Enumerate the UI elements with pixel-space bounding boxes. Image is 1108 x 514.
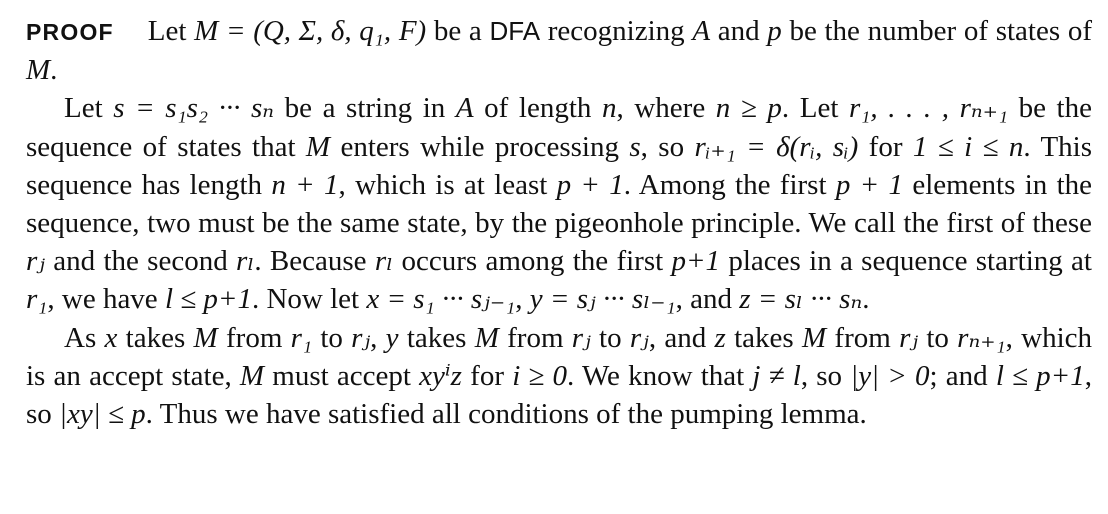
text: Let xyxy=(64,92,114,125)
math-transition: rᵢ₊₁ = δ(rᵢ, sᵢ) xyxy=(694,130,859,163)
text: be a string in xyxy=(274,92,456,125)
text: be the number of states of xyxy=(781,15,1092,47)
text: for xyxy=(858,130,913,163)
math-r-l: rₗ xyxy=(236,245,255,278)
text: be a xyxy=(426,15,490,47)
text: takes xyxy=(117,321,194,354)
math-r-j: rⱼ xyxy=(899,321,919,354)
text: , xyxy=(515,283,530,316)
text: and the second xyxy=(44,245,237,278)
math-abs-y-positive: |y| > 0 xyxy=(850,359,930,392)
math-i-geq-0: i ≥ 0 xyxy=(512,359,568,392)
text: and xyxy=(710,15,768,47)
math-r-j: rⱼ xyxy=(571,321,591,354)
math-p-plus-1: p + 1 xyxy=(556,168,624,201)
proof-paragraph-3: As x takes M from r₁ to rⱼ, y takes M fr… xyxy=(26,319,1092,434)
math-r-j: rⱼ xyxy=(26,245,45,278)
text: As xyxy=(64,321,105,354)
text: takes xyxy=(725,321,802,354)
math-z: z xyxy=(714,321,726,354)
text: must accept xyxy=(264,359,420,392)
math-r-j: rⱼ xyxy=(351,321,371,354)
math-xyiz: xyⁱz xyxy=(419,359,462,392)
math-y: y xyxy=(385,321,399,354)
math-A: A xyxy=(455,92,474,125)
math-M: M xyxy=(801,321,827,354)
proof-label: PROOF xyxy=(26,19,114,45)
math-r-j: rⱼ xyxy=(629,321,649,354)
text: . Let xyxy=(781,92,849,125)
math-M: M xyxy=(26,54,51,87)
math-x: x xyxy=(104,321,118,354)
math-state-sequence: r₁, . . . , rₙ₊₁ xyxy=(848,92,1008,125)
math-r-n-plus-1: rₙ₊₁ xyxy=(957,321,1006,354)
math-M: M xyxy=(193,321,218,354)
math-index-range: 1 ≤ i ≤ n xyxy=(912,130,1024,163)
text: takes xyxy=(398,321,475,354)
text: . Because xyxy=(254,245,375,278)
text: from xyxy=(217,321,291,354)
math-l-leq-p-plus-1: l ≤ p+1 xyxy=(995,359,1085,392)
text: , and xyxy=(675,283,740,316)
math-string-s: s = s₁s₂ ··· sₙ xyxy=(113,92,275,125)
math-n: n xyxy=(602,92,617,125)
text: , where xyxy=(616,92,716,125)
text: . We know that xyxy=(567,359,753,392)
math-M: M xyxy=(474,321,499,354)
text: . Thus we have satisfied all conditions … xyxy=(145,398,867,431)
text: , we have xyxy=(47,283,165,316)
text: , and xyxy=(648,321,715,354)
text: . Among the first xyxy=(623,168,836,201)
text: from xyxy=(498,321,572,354)
text: from xyxy=(826,321,900,354)
math-y-def: y = sⱼ ··· sₗ₋₁ xyxy=(529,283,676,316)
text: . Now let xyxy=(251,283,367,316)
math-r-1: r₁ xyxy=(290,321,313,354)
math-r-l: rₗ xyxy=(374,245,394,278)
math-p-plus-1: p+1 xyxy=(671,245,721,278)
text: . xyxy=(862,283,870,316)
math-p-plus-1: p + 1 xyxy=(835,168,904,201)
math-p: p xyxy=(767,15,782,47)
text: , xyxy=(370,321,386,354)
text: enters while processing xyxy=(330,130,630,163)
text: , which is at least xyxy=(338,168,557,201)
math-M: M xyxy=(239,359,265,392)
text: Let xyxy=(147,15,195,47)
text: , so xyxy=(640,130,695,163)
text: ; and xyxy=(929,359,996,392)
math-n-geq-p: n ≥ p xyxy=(715,92,782,125)
text: for xyxy=(461,359,513,392)
math-abs-xy-leq-p: |xy| ≤ p xyxy=(59,398,146,431)
text: to xyxy=(918,321,958,354)
proof-paragraph-1: PROOF Let M = (Q, Σ, δ, q₁, F) be a DFA r… xyxy=(26,12,1092,89)
text: to xyxy=(590,321,630,354)
text: places in a sequence starting at xyxy=(720,245,1092,278)
text: occurs among the first xyxy=(393,245,672,278)
text: of length xyxy=(473,92,602,125)
math-M: M xyxy=(305,130,331,163)
math-n-plus-1: n + 1 xyxy=(271,168,339,201)
proof-block: PROOF Let M = (Q, Σ, δ, q₁, F) be a DFA r… xyxy=(26,12,1092,433)
text: . xyxy=(50,54,58,87)
text: to xyxy=(312,321,352,354)
math-z-def: z = sₗ ··· sₙ xyxy=(739,283,863,316)
math-l-leq-p-plus-1: l ≤ p+1 xyxy=(164,283,252,316)
math-j-neq-l: j ≠ l xyxy=(752,359,801,392)
proof-paragraph-2: Let s = s₁s₂ ··· sₙ be a string in A of … xyxy=(26,89,1092,318)
math-r-1: r₁ xyxy=(26,283,48,316)
dfa-term: DFA xyxy=(489,16,541,46)
text: recognizing xyxy=(540,15,693,47)
math-dfa-tuple: M = (Q, Σ, δ, q₁, F) xyxy=(194,15,427,47)
math-s: s xyxy=(629,130,641,163)
math-x-def: x = s₁ ··· sⱼ₋₁ xyxy=(366,283,516,316)
math-A: A xyxy=(692,15,711,47)
text: , so xyxy=(800,359,851,392)
